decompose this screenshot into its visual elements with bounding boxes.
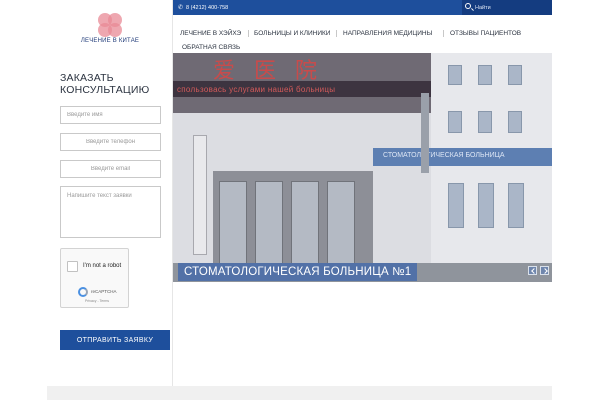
recaptcha-logo-icon xyxy=(78,287,88,297)
order-form-title: ЗАКАЗАТЬ КОНСУЛЬТАЦИЮ xyxy=(60,72,149,96)
phone-number: 8 (4212) 400-758 xyxy=(186,5,229,11)
hero-building-right xyxy=(428,53,552,282)
hero-vertical-sign xyxy=(193,135,207,255)
slide-caption: СТОМАТОЛОГИЧЕСКАЯ БОЛЬНИЦА №1 xyxy=(178,263,418,281)
slider-next-arrow-icon[interactable] xyxy=(540,266,549,275)
nav-divider xyxy=(336,30,337,37)
building-window xyxy=(508,183,524,228)
recaptcha-label: I'm not a robot xyxy=(83,263,122,269)
recaptcha-brand: reCAPTCHA xyxy=(91,289,117,294)
order-title-line2: КОНСУЛЬТАЦИЮ xyxy=(60,84,150,96)
hero-led-sign: спользовaсь услугами нашей больницы xyxy=(173,81,431,97)
building-window xyxy=(448,65,462,85)
nav-item-feedback[interactable]: ОБРАТНАЯ СВЯЗЬ xyxy=(182,44,240,51)
submit-request-button[interactable]: ОТПРАВИТЬ ЗАЯВКУ xyxy=(60,330,170,350)
nav-item-reviews[interactable]: ОТЗЫВЫ ПАЦИЕНТОВ xyxy=(450,30,521,37)
nav-divider xyxy=(248,30,249,37)
nav-item-directions[interactable]: НАПРАВЛЕНИЯ МЕДИЦИНЫ xyxy=(343,30,432,37)
building-window xyxy=(508,65,522,85)
recaptcha-widget: I'm not a robot reCAPTCHA Privacy - Term… xyxy=(60,248,129,308)
hero-slider[interactable]: 爱 医 院 спользовaсь услугами нашей больниц… xyxy=(173,53,552,282)
email-input[interactable] xyxy=(60,160,161,178)
search-icon[interactable] xyxy=(465,3,471,9)
hero-led-text: спользовaсь услугами нашей больницы xyxy=(177,85,336,94)
hero-building-main: 爱 医 院 спользовaсь услугами нашей больниц… xyxy=(173,53,431,282)
search-input[interactable] xyxy=(475,2,545,13)
building-window xyxy=(478,65,492,85)
building-window xyxy=(478,111,492,133)
top-bar: ✆ 8 (4212) 400-758 xyxy=(173,0,552,15)
slider-prev-arrow-icon[interactable] xyxy=(528,266,537,275)
building-window xyxy=(478,183,494,228)
hero-blue-banner: СТОМАТОЛОГИЧЕСКАЯ БОЛЬНИЦА xyxy=(373,148,552,166)
entrance-door xyxy=(291,181,319,266)
entrance-door xyxy=(327,181,355,266)
name-input[interactable] xyxy=(60,106,161,124)
search-box xyxy=(462,0,552,15)
nav-item-hospitals[interactable]: БОЛЬНИЦЫ И КЛИНИКИ xyxy=(254,30,330,37)
phone-input[interactable] xyxy=(60,133,161,151)
brand-name: ЛЕЧЕНИЕ В КИТАЕ xyxy=(80,38,140,44)
hero-banner-text: СТОМАТОЛОГИЧЕСКАЯ БОЛЬНИЦА xyxy=(383,152,505,159)
entrance-door xyxy=(219,181,247,266)
building-window xyxy=(448,183,464,228)
entrance-door xyxy=(255,181,283,266)
building-window xyxy=(448,111,462,133)
order-title-line1: ЗАКАЗАТЬ xyxy=(60,72,114,84)
hero-entrance xyxy=(213,171,373,266)
phone-icon: ✆ xyxy=(178,5,184,11)
message-textarea[interactable] xyxy=(60,186,161,238)
nav-divider xyxy=(443,30,444,37)
recaptcha-terms-link[interactable]: Privacy - Terms xyxy=(85,299,109,303)
footer-strip xyxy=(47,386,552,400)
phone-contact[interactable]: ✆ 8 (4212) 400-758 xyxy=(178,4,228,11)
hero-sign-pole xyxy=(421,93,429,173)
recaptcha-checkbox[interactable] xyxy=(67,261,78,272)
building-window xyxy=(508,111,522,133)
nav-item-treatment-heihe[interactable]: ЛЕЧЕНИЕ В ХЭЙХЭ xyxy=(180,30,241,37)
logo-mark-icon xyxy=(108,23,122,37)
